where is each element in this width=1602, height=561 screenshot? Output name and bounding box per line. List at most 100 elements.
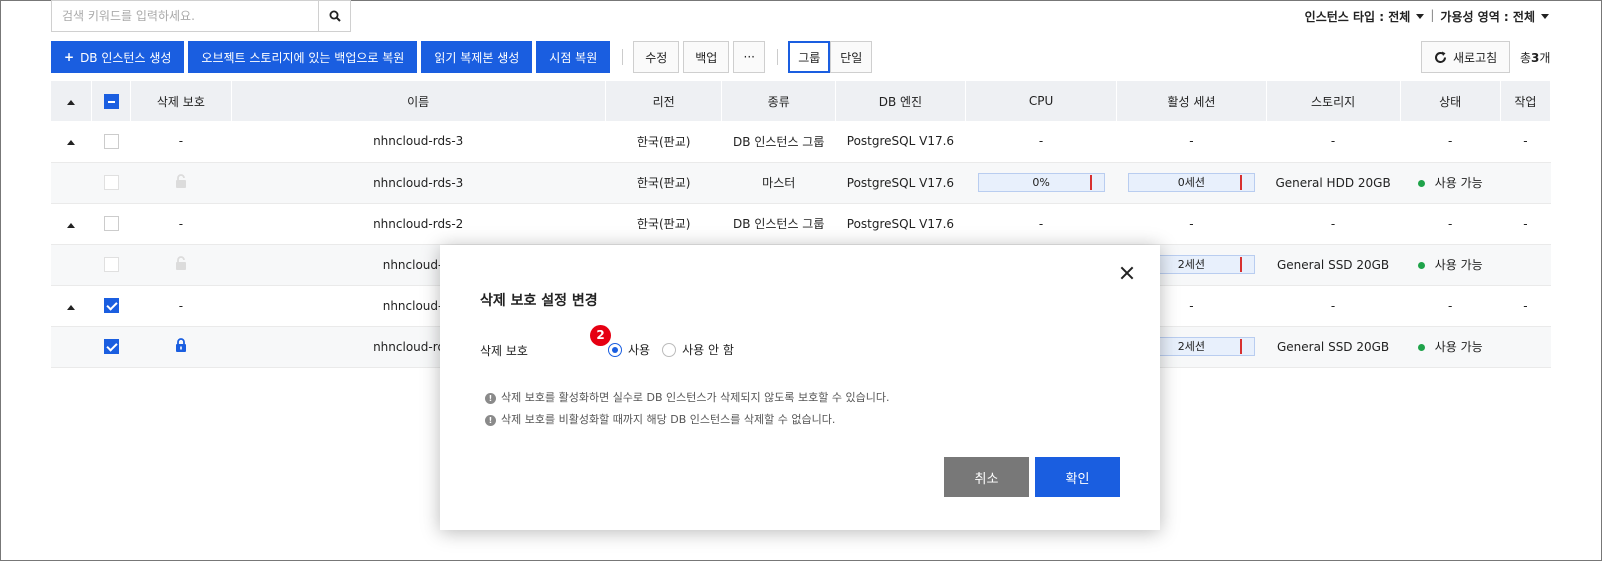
cell-status: 사용 가능 xyxy=(1400,162,1501,204)
dialog-actions: 취소 확인 xyxy=(944,457,1120,497)
cell-region: 한국(판교) xyxy=(605,121,722,163)
cell-action xyxy=(1500,326,1551,368)
cell-storage: General HDD 20GB xyxy=(1266,162,1401,204)
more-button[interactable]: ··· xyxy=(733,41,766,73)
dialog-title: 삭제 보호 설정 변경 xyxy=(480,293,598,309)
close-icon[interactable] xyxy=(1119,265,1135,281)
instance-type-filter[interactable]: 인스턴스 타입 : 전체 xyxy=(1305,8,1425,25)
row-spacer xyxy=(51,162,92,204)
row-checkbox[interactable] xyxy=(103,298,119,313)
header-cpu: CPU xyxy=(965,81,1118,121)
dialog-notes: ! 삭제 보호를 활성화하면 실수로 DB 인스턴스가 삭제되지 않도록 보호할 … xyxy=(485,387,889,431)
session-meter-label: 2세션 xyxy=(1177,340,1206,353)
cell-engine: PostgreSQL V17.6 xyxy=(835,121,966,163)
delete-protection-radio-group: 사용 사용 안 함 xyxy=(608,341,734,358)
search-input[interactable] xyxy=(52,1,318,31)
table-row[interactable]: - nhncloud-rds-2 한국(판교) DB 인스턴스 그룹 Postg… xyxy=(51,203,1551,245)
row-toggle[interactable] xyxy=(51,203,92,245)
row-spacer xyxy=(51,326,92,368)
cpu-meter-label: 0% xyxy=(1032,176,1050,189)
filter-separator: | xyxy=(1430,8,1435,22)
cell-status: - xyxy=(1400,121,1501,163)
row-checkbox[interactable] xyxy=(103,175,119,190)
table-row[interactable]: - nhncloud-rds-3 한국(판교) DB 인스턴스 그룹 Postg… xyxy=(51,121,1551,163)
collapse-icon xyxy=(67,140,76,146)
radio-enable[interactable]: 사용 xyxy=(608,341,650,358)
cell-kind: DB 인스턴스 그룹 xyxy=(721,121,836,163)
cell-action: - xyxy=(1500,203,1551,245)
cell-sessions: 0세션 xyxy=(1116,162,1267,204)
header-region: 리전 xyxy=(605,81,723,121)
search-box xyxy=(51,0,351,32)
select-all-checkbox[interactable] xyxy=(103,93,119,109)
availability-zone-filter[interactable]: 가용성 영역 : 전체 xyxy=(1440,8,1549,25)
row-checkbox[interactable] xyxy=(103,339,119,354)
cell-action xyxy=(1500,244,1551,286)
header-storage: 스토리지 xyxy=(1266,81,1401,121)
cell-storage: - xyxy=(1266,203,1401,245)
note-text: 삭제 보호를 비활성화할 때까지 해당 DB 인스턴스를 삭제할 수 없습니다. xyxy=(501,413,836,426)
status-dot xyxy=(1417,180,1425,187)
cell-name: nhncloud-rds-2 xyxy=(231,203,606,245)
chevron-down-icon xyxy=(1416,14,1425,19)
cell-status: - xyxy=(1400,285,1501,327)
create-instance-button[interactable]: + DB 인스턴스 생성 xyxy=(51,41,185,73)
cell-cpu: - xyxy=(965,121,1117,163)
cell-protect xyxy=(130,244,231,286)
row-toggle[interactable] xyxy=(51,285,92,327)
cell-action xyxy=(1500,162,1551,204)
row-checkbox[interactable] xyxy=(103,257,119,272)
header-status: 상태 xyxy=(1400,81,1501,121)
unlock-icon xyxy=(175,174,186,188)
total-count: 총3개 xyxy=(1520,49,1550,66)
cell-region: 한국(판교) xyxy=(605,203,722,245)
session-meter-label: 2세션 xyxy=(1177,258,1206,271)
header-kind: 종류 xyxy=(721,81,836,121)
cell-storage: - xyxy=(1266,121,1401,163)
radio-disable-button[interactable] xyxy=(662,342,677,357)
point-in-time-restore-button[interactable]: 시점 복원 xyxy=(536,41,611,73)
radio-disable-label: 사용 안 함 xyxy=(682,343,734,357)
group-view-button[interactable]: 그룹 xyxy=(788,41,831,73)
edit-button[interactable]: 수정 xyxy=(633,41,680,73)
cell-protect: - xyxy=(130,203,231,245)
row-checkbox-cell xyxy=(91,244,131,286)
top-filters: 인스턴스 타입 : 전체 | 가용성 영역 : 전체 xyxy=(1305,8,1549,25)
status-label: 사용 가능 xyxy=(1434,176,1483,190)
radio-disable[interactable]: 사용 안 함 xyxy=(662,341,734,358)
cell-action: - xyxy=(1500,121,1551,163)
header-name: 이름 xyxy=(231,81,606,121)
cell-sessions: - xyxy=(1116,121,1267,163)
collapse-icon xyxy=(67,222,76,228)
instance-type-filter-label: 인스턴스 타입 : 전체 xyxy=(1304,10,1411,24)
row-toggle[interactable] xyxy=(51,121,92,163)
refresh-button[interactable]: 새로고침 xyxy=(1421,41,1511,73)
delete-protection-dialog: 삭제 보호 설정 변경 삭제 보호 2 사용 사용 안 함 ! 삭제 보호를 활성… xyxy=(440,245,1160,530)
header-engine: DB 엔진 xyxy=(835,81,966,121)
cell-name: nhncloud-rds-3 xyxy=(231,121,606,163)
cell-status: 사용 가능 xyxy=(1400,244,1501,286)
total-suffix: 개 xyxy=(1539,51,1551,65)
cell-storage: General SSD 20GB xyxy=(1266,244,1401,286)
cancel-button[interactable]: 취소 xyxy=(944,457,1029,497)
radio-enable-button[interactable] xyxy=(608,342,622,357)
row-checkbox[interactable] xyxy=(103,133,119,149)
cell-protect xyxy=(130,162,231,204)
header-action: 작업 xyxy=(1500,81,1552,121)
row-checkbox-cell xyxy=(91,162,131,204)
threshold-mark xyxy=(1239,175,1242,190)
confirm-button[interactable]: 확인 xyxy=(1035,457,1120,497)
toolbar-divider xyxy=(622,49,624,65)
table-row[interactable]: nhncloud-rds-3 한국(판교) 마스터 PostgreSQL V17… xyxy=(51,162,1551,204)
restore-from-backup-button[interactable]: 오브젝트 스토리지에 있는 백업으로 복원 xyxy=(188,41,418,73)
search-button[interactable] xyxy=(318,1,350,31)
expand-all-toggle[interactable] xyxy=(51,81,93,121)
cell-cpu: - xyxy=(965,203,1117,245)
cell-protect: - xyxy=(130,285,231,327)
refresh-label: 새로고침 xyxy=(1453,50,1498,65)
create-read-replica-button[interactable]: 읽기 복제본 생성 xyxy=(421,41,533,73)
row-checkbox[interactable] xyxy=(103,216,119,231)
single-view-button[interactable]: 단일 xyxy=(830,41,873,73)
backup-button[interactable]: 백업 xyxy=(683,41,730,73)
row-checkbox-cell xyxy=(91,203,131,245)
